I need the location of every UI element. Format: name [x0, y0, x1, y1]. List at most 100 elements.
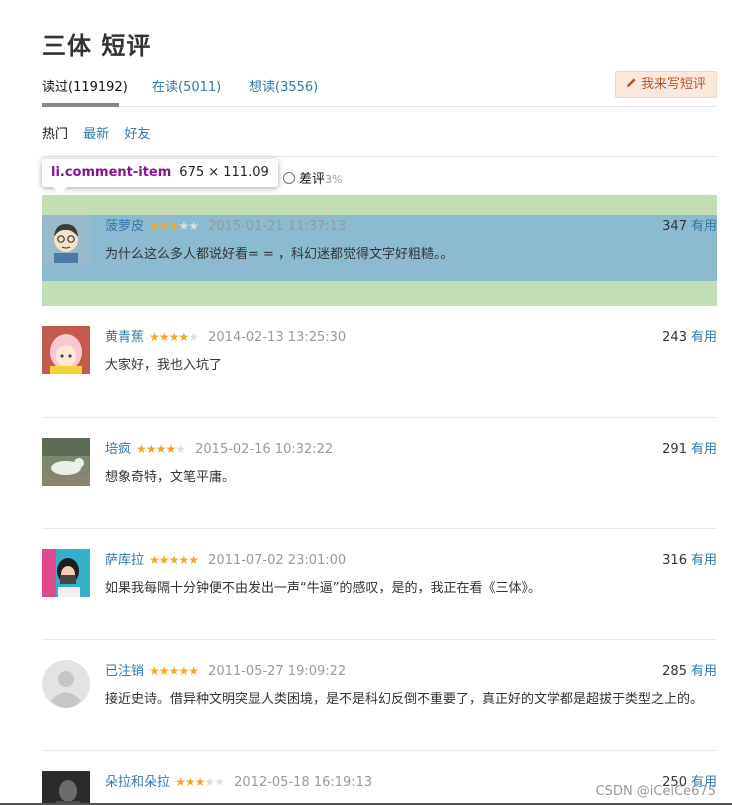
star-empty-icon: ★ — [175, 442, 186, 456]
avatar[interactable] — [42, 215, 90, 263]
rating-stars: ★★★★★ — [149, 553, 199, 567]
avatar[interactable] — [42, 771, 90, 805]
comment-divider — [42, 639, 717, 640]
star-filled-icon: ★ — [178, 330, 189, 344]
tooltip-selector: li.comment-item — [51, 165, 172, 180]
rating-stars: ★★★★★ — [149, 219, 199, 233]
star-empty-icon: ★ — [178, 219, 189, 233]
filter-bad-label: 差评 — [299, 172, 326, 187]
star-filled-icon: ★ — [149, 219, 160, 233]
avatar[interactable] — [42, 549, 90, 597]
useful-button[interactable]: 有用 — [691, 664, 717, 679]
comment-username[interactable]: 黄青蕉 — [105, 330, 144, 345]
star-filled-icon: ★ — [149, 664, 160, 678]
comment-text: 为什么这么多人都说好看= = ，科幻迷都觉得文字好粗糙。。 — [105, 247, 454, 262]
star-filled-icon: ★ — [145, 442, 157, 456]
vote-count: 347 有用 — [662, 215, 717, 234]
page-title: 三体 短评 — [42, 32, 152, 60]
star-filled-icon: ★ — [155, 442, 167, 456]
star-filled-icon: ★ — [188, 553, 199, 567]
rating-stars: ★★★★★ — [149, 330, 199, 344]
sort-friends[interactable]: 好友 — [124, 127, 150, 142]
star-filled-icon: ★ — [158, 664, 170, 678]
tab-want-to-read[interactable]: 想读(3556) — [249, 76, 318, 95]
star-filled-icon: ★ — [168, 330, 180, 344]
star-empty-icon: ★ — [188, 330, 199, 344]
vote-count: 316 有用 — [662, 549, 717, 568]
vote-number: 316 — [662, 553, 687, 568]
comment-username[interactable]: 已注销 — [105, 664, 144, 679]
star-empty-icon: ★ — [188, 219, 199, 233]
comment-item: 培疯 ★★★★★ 2015-02-16 10:32:22 291 有用 想象奇特，… — [42, 438, 717, 488]
comment-text: 大家好，我也入坑了 — [105, 358, 223, 373]
sort-options: 热门 最新 好友 — [42, 123, 717, 157]
star-filled-icon: ★ — [168, 664, 180, 678]
avatar[interactable] — [42, 438, 90, 486]
comment-username[interactable]: 朵拉和朵拉 — [105, 775, 170, 790]
star-filled-icon: ★ — [149, 330, 160, 344]
star-filled-icon: ★ — [158, 330, 170, 344]
useful-button[interactable]: 有用 — [691, 442, 717, 457]
write-review-button[interactable]: 我来写短评 — [614, 71, 717, 98]
rating-stars: ★★★★★ — [175, 775, 225, 789]
vote-count: 285 有用 — [662, 660, 717, 679]
comment-text: 想象奇特，文笔平庸。 — [105, 470, 236, 485]
comment-divider — [42, 750, 717, 751]
tooltip-arrow — [53, 187, 67, 194]
vote-count: 243 有用 — [662, 326, 717, 345]
tooltip-dimensions: 675 × 111.09 — [179, 165, 269, 180]
vote-number: 243 — [662, 330, 687, 345]
star-filled-icon: ★ — [168, 219, 180, 233]
tab-reading[interactable]: 在读(5011) — [152, 76, 221, 95]
status-tabs: 读过(119192) 在读(5011) 想读(3556) 我来写短评 — [42, 71, 717, 107]
write-review-label: 我来写短评 — [640, 77, 706, 92]
comment-time: 2011-05-27 19:09:22 — [208, 664, 347, 679]
star-filled-icon: ★ — [165, 442, 176, 456]
radio-bad[interactable] — [283, 172, 295, 184]
star-filled-icon: ★ — [178, 553, 189, 567]
comment-username[interactable]: 萨库拉 — [105, 553, 144, 568]
comment-divider — [42, 417, 717, 418]
star-filled-icon: ★ — [168, 553, 180, 567]
comment-username[interactable]: 菠萝皮 — [105, 219, 144, 234]
star-filled-icon: ★ — [149, 553, 160, 567]
sort-latest[interactable]: 最新 — [83, 127, 109, 142]
star-filled-icon: ★ — [175, 775, 186, 789]
vote-number: 347 — [662, 219, 687, 234]
star-filled-icon: ★ — [158, 219, 170, 233]
comment-item: 萨库拉 ★★★★★ 2011-07-02 23:01:00 316 有用 如果我每… — [42, 549, 717, 599]
rating-stars: ★★★★★ — [149, 664, 199, 678]
star-empty-icon: ★ — [204, 775, 215, 789]
vote-number: 291 — [662, 442, 687, 457]
active-tab-indicator — [42, 103, 119, 107]
rating-stars: ★★★★★ — [136, 442, 186, 456]
comment-item: 已注销 ★★★★★ 2011-05-27 19:09:22 285 有用 接近史诗… — [42, 660, 717, 710]
tab-read[interactable]: 读过(119192) — [42, 76, 128, 95]
star-filled-icon: ★ — [136, 442, 147, 456]
useful-button[interactable]: 有用 — [691, 553, 717, 568]
star-filled-icon: ★ — [178, 664, 189, 678]
comment-time: 2015-01-21 11:37:13 — [208, 219, 347, 234]
comment-text: 如果我每隔十分钟便不由发出一声“牛逼”的感叹，是的，我正在看《三体》。 — [105, 581, 541, 596]
star-filled-icon: ★ — [184, 775, 196, 789]
comment-time: 2015-02-16 10:32:22 — [195, 442, 334, 457]
sort-hot[interactable]: 热门 — [42, 127, 68, 142]
avatar[interactable] — [42, 660, 90, 708]
comment-item: 菠萝皮 ★★★★★ 2015-01-21 11:37:13 347 有用 为什么这… — [42, 215, 717, 265]
comment-username[interactable]: 培疯 — [105, 442, 131, 457]
useful-button[interactable]: 有用 — [691, 219, 717, 234]
star-empty-icon: ★ — [214, 775, 225, 789]
star-filled-icon: ★ — [188, 664, 199, 678]
vote-count: 291 有用 — [662, 438, 717, 457]
vote-number: 285 — [662, 664, 687, 679]
pencil-icon — [626, 72, 637, 97]
star-filled-icon: ★ — [158, 553, 170, 567]
avatar[interactable] — [42, 326, 90, 374]
comment-text: 接近史诗。借异种文明突显人类困境，是不是科幻反倒不重要了，真正好的文学都是超拔于… — [105, 692, 704, 707]
star-filled-icon: ★ — [194, 775, 206, 789]
comment-time: 2012-05-18 16:19:13 — [234, 775, 373, 790]
comment-divider — [42, 528, 717, 529]
filter-bad[interactable]: 差评3% — [283, 168, 342, 187]
useful-button[interactable]: 有用 — [691, 330, 717, 345]
comment-item: 黄青蕉 ★★★★★ 2014-02-13 13:25:30 243 有用 大家好，… — [42, 326, 717, 376]
